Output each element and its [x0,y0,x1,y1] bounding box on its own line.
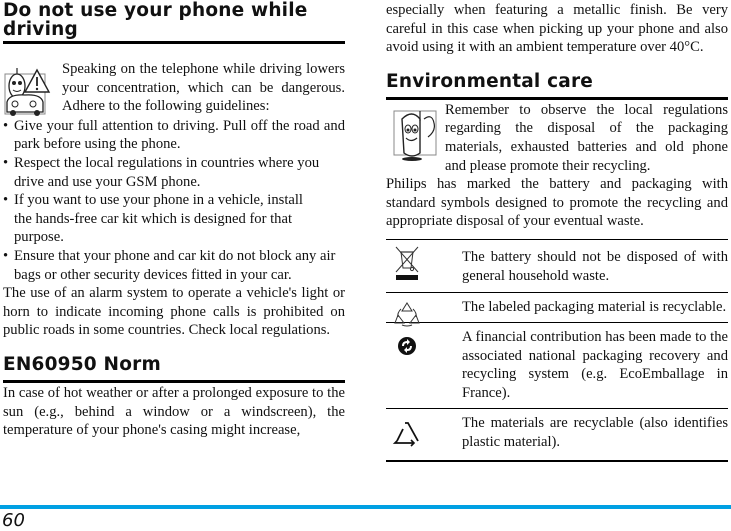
section-rule [386,96,728,100]
section-title-driving: Do not use your phone while driving [3,0,308,40]
section-title-norm: EN60950 Norm [3,353,161,375]
driving-intro-text: Speaking on the telephone while driving … [62,61,345,115]
symbol-text: The materials are recyclable (also ident… [462,415,728,450]
section-rule [3,41,345,44]
list-item: Give your full attention to driving. Pul… [3,117,345,154]
footer-accent-line [0,505,731,509]
disposal-symbols-table: The battery should not be disposed of wi… [386,238,728,462]
table-rule [386,460,728,462]
section-title-environment: Environmental care [386,70,594,92]
right-column: especially when featuring a metallic fin… [386,0,728,462]
environment-intro: Remember to observe the local regulation… [386,101,728,175]
norm-text-continued: especially when featuring a metallic fin… [386,2,728,56]
alarm-note: The use of an alarm system to operate a … [3,285,345,339]
driving-guidelines-list: Give your full attention to driving. Pul… [3,117,345,284]
crossed-bin-icon [392,246,422,281]
symbol-row: The materials are recyclable (also ident… [386,409,728,460]
green-dot-icon [392,331,422,361]
left-column: Do not use your phone while driving Spea… [3,0,345,440]
driving-intro: Speaking on the telephone while driving … [3,60,345,116]
symbol-text: A financial contribution has been made t… [462,329,728,401]
symbol-row: A financial contribution has been made t… [386,323,728,407]
list-item: Respect the local regulations in countri… [3,154,345,191]
symbol-row: The battery should not be disposed of wi… [386,240,728,291]
page-number: 60 [2,510,25,531]
list-item: Ensure that your phone and car kit do no… [3,247,345,284]
phone-waving-icon [392,107,440,171]
symbol-text: The battery should not be disposed of wi… [462,249,728,285]
environment-intro-text: Remember to observe the local regulation… [445,101,728,174]
phone-driving-warning-icon [3,62,55,124]
symbol-text: The labeled packaging material is recycl… [462,299,727,316]
list-item: If you want to use your phone in a vehic… [3,191,345,247]
environment-text: Philips has marked the battery and packa… [386,176,728,230]
recycle-triangle-icon [392,419,422,449]
norm-text: In case of hot weather or after a prolon… [3,384,345,439]
section-rule [3,379,345,383]
symbol-row: The labeled packaging material is recycl… [386,293,728,327]
